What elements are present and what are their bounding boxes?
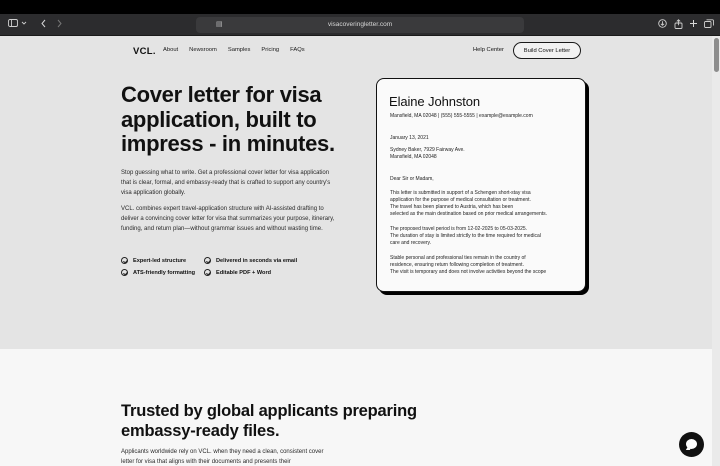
feature-item: Delivered in seconds via email xyxy=(204,257,297,264)
letter-body-line: selected as the main destination based o… xyxy=(390,211,548,217)
letter-body-line: The proposed travel period is from 12-02… xyxy=(390,226,528,232)
check-circle-icon xyxy=(204,257,211,264)
forward-icon[interactable] xyxy=(56,19,63,32)
chat-button[interactable] xyxy=(679,432,704,457)
scrollbar-thumb[interactable] xyxy=(714,38,719,72)
new-tab-icon[interactable] xyxy=(689,19,698,32)
letter-body-line: The travel has been planned to Austria, … xyxy=(390,204,514,210)
share-icon[interactable] xyxy=(673,19,683,33)
feature-item: ATS-friendly formatting xyxy=(121,269,195,276)
screen-top-bar xyxy=(0,0,720,14)
feature-label: Expert-led structure xyxy=(133,257,187,264)
letter-body-line: application for the purpose of medical c… xyxy=(390,197,531,203)
letter-body-line: This letter is submitted in support of a… xyxy=(390,190,531,196)
letter-recipient-line: Mansfield, MA 02048 xyxy=(390,154,437,160)
site-logo[interactable]: VCL. xyxy=(133,46,156,57)
check-circle-icon xyxy=(204,269,211,276)
build-cover-letter-button[interactable]: Build Cover Letter xyxy=(513,42,581,59)
check-circle-icon xyxy=(121,257,128,264)
feature-item: Expert-led structure xyxy=(121,257,186,264)
letter-body-line: Stable personal and professional ties re… xyxy=(390,255,526,261)
help-center-link[interactable]: Help Center xyxy=(473,47,504,53)
hero-title: Cover letter for visa application, built… xyxy=(121,82,335,156)
download-icon[interactable] xyxy=(657,19,667,32)
trusted-title: Trusted by global applicants preparing e… xyxy=(121,402,417,440)
nav-link-samples[interactable]: Samples xyxy=(228,47,251,53)
nav-link-about[interactable]: About xyxy=(163,47,178,53)
letter-body-line: The duration of stay is limited strictly… xyxy=(390,233,541,239)
feature-label: Editable PDF + Word xyxy=(216,269,272,276)
main-nav: About Newsroom Samples Pricing FAQs xyxy=(163,47,316,53)
letter-date: January 13, 2021 xyxy=(390,135,429,141)
letter-salutation: Dear Sir or Madam, xyxy=(390,176,434,182)
letter-recipient-line: Sydney Baker, 7929 Fairway Ave. xyxy=(390,147,465,153)
nav-link-faqs[interactable]: FAQs xyxy=(290,47,305,53)
hero-intro: Stop guessing what to write. Get a profe… xyxy=(121,170,331,196)
scrollbar-track[interactable] xyxy=(712,36,720,466)
back-icon[interactable] xyxy=(40,19,47,32)
letter-body-line: residence, ensuring return following com… xyxy=(390,262,524,268)
letter-sender-name: Elaine Johnston xyxy=(389,94,481,109)
address-url[interactable]: visacoveringletter.com xyxy=(196,19,524,31)
address-bar[interactable]: ▤ visacoveringletter.com xyxy=(196,17,524,33)
letter-contact: Mansfield, MA 02048 | (555) 555-5555 | e… xyxy=(390,113,533,119)
trusted-description: Applicants worldwide rely on VCL. when t… xyxy=(121,449,324,465)
letter-body-line: care and recovery. xyxy=(390,240,432,246)
chevron-down-icon[interactable] xyxy=(21,19,27,31)
feature-label: Delivered in seconds via email xyxy=(216,257,298,264)
letter-preview-card: Elaine Johnston Mansfield, MA 02048 | (5… xyxy=(376,78,586,292)
hero-description: VCL. combines expert travel-application … xyxy=(121,206,335,233)
nav-link-pricing[interactable]: Pricing xyxy=(261,47,279,53)
browser-toolbar: ▤ visacoveringletter.com xyxy=(0,14,720,36)
feature-item: Editable PDF + Word xyxy=(204,269,271,276)
nav-link-newsroom[interactable]: Newsroom xyxy=(189,47,217,53)
tabs-overview-icon[interactable] xyxy=(704,19,714,32)
feature-label: ATS-friendly formatting xyxy=(133,269,196,276)
check-circle-icon xyxy=(121,269,128,276)
sidebar-icon[interactable] xyxy=(8,19,18,31)
letter-body-line: The visit is temporary and does not invo… xyxy=(390,269,547,275)
